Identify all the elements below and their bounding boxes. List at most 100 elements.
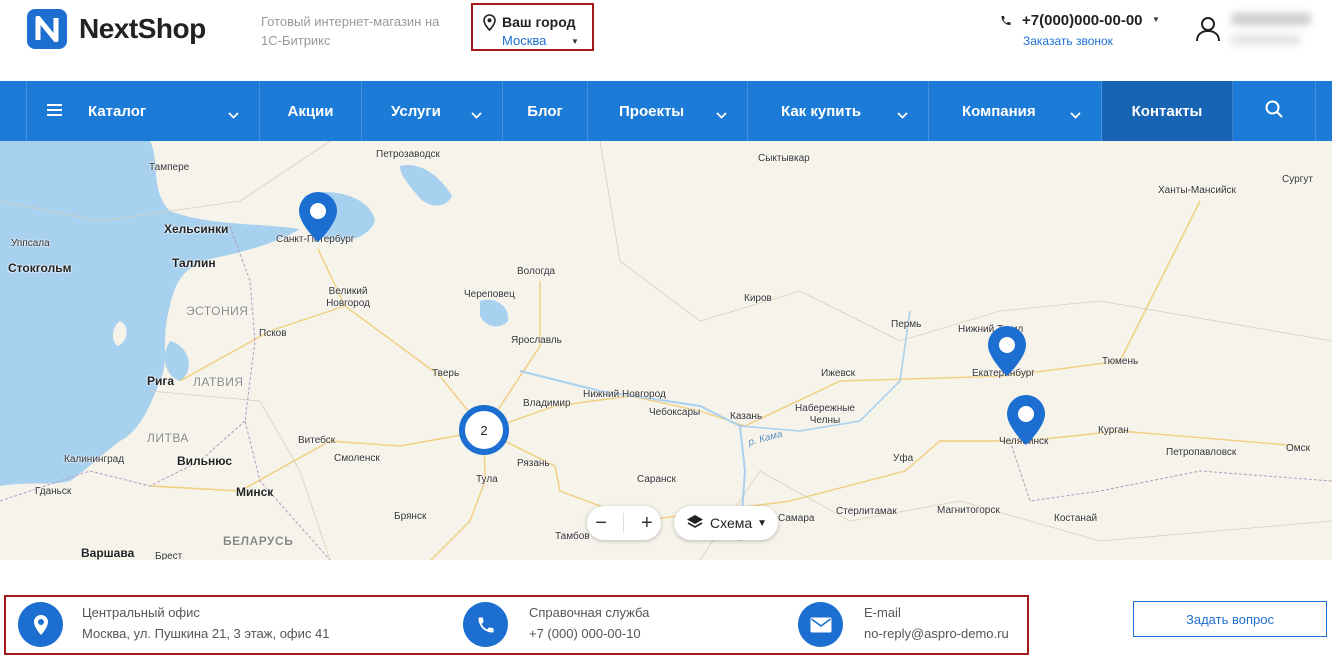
contact-help: Справочная служба +7 (000) 000-00-10 bbox=[446, 597, 786, 653]
map-cluster[interactable]: 2 bbox=[459, 405, 509, 455]
contact-value[interactable]: no-reply@aspro-demo.ru bbox=[864, 626, 1009, 641]
callback-link[interactable]: Заказать звонок bbox=[1023, 34, 1113, 48]
chevron-down-icon bbox=[471, 106, 482, 123]
map-label: Псков bbox=[259, 328, 287, 339]
nav-label: Услуги bbox=[391, 102, 441, 120]
map-label: Хельсинки bbox=[164, 222, 229, 236]
map-label: Пермь bbox=[891, 319, 922, 330]
tagline: Готовый интернет-магазин на 1С-Битрикс bbox=[261, 14, 440, 48]
nav-item-services[interactable]: Услуги bbox=[362, 81, 503, 141]
nav-spacer bbox=[0, 81, 27, 141]
layer-label: Схема bbox=[710, 515, 753, 531]
map-label: Тамбов bbox=[555, 531, 590, 542]
header: NextShop Готовый интернет-магазин на 1С-… bbox=[0, 0, 1332, 81]
menu-icon bbox=[47, 103, 62, 120]
map-background bbox=[0, 141, 1332, 560]
map-label: ЛАТВИЯ bbox=[193, 375, 244, 389]
map-label: Стерлитамак bbox=[836, 506, 897, 517]
phone-icon bbox=[1000, 14, 1012, 32]
map-label: Вологда bbox=[517, 266, 556, 277]
map-label: Курган bbox=[1098, 425, 1129, 436]
nav-label: Контакты bbox=[1131, 102, 1203, 120]
map-label: Самара bbox=[778, 513, 815, 524]
map-pin-icon[interactable] bbox=[1006, 394, 1046, 446]
location-pin-icon bbox=[483, 14, 496, 36]
search-icon bbox=[1265, 100, 1283, 122]
contact-value[interactable]: +7 (000) 000-00-10 bbox=[529, 626, 641, 641]
map-label: Череповец bbox=[464, 289, 515, 300]
map-label: Омск bbox=[1286, 443, 1311, 454]
map-label: Таллин bbox=[172, 256, 216, 270]
user-name-blurred[interactable] bbox=[1231, 13, 1311, 25]
caret-down-icon[interactable]: ▼ bbox=[571, 37, 579, 46]
caret-down-icon[interactable]: ▼ bbox=[1152, 15, 1160, 24]
nav-item-contacts[interactable]: Контакты bbox=[1102, 81, 1233, 141]
map-label: Смоленск bbox=[334, 453, 380, 464]
nav-item-catalog[interactable]: Каталог bbox=[27, 81, 260, 141]
contact-title: Справочная служба bbox=[529, 605, 650, 620]
map-label: Набережные Челны bbox=[795, 403, 855, 426]
cluster-count: 2 bbox=[480, 422, 488, 438]
zoom-out-button[interactable]: − bbox=[595, 512, 607, 535]
map-label: Гданьск bbox=[35, 486, 72, 497]
nav-item-how-to-buy[interactable]: Как купить bbox=[748, 81, 929, 141]
map-label: Владимир bbox=[523, 398, 571, 409]
logo-text: NextShop bbox=[79, 13, 206, 44]
map-label: Уппсала bbox=[11, 238, 50, 249]
divider bbox=[623, 513, 625, 533]
zoom-in-button[interactable]: + bbox=[641, 512, 653, 535]
nav-item-blog[interactable]: Блог bbox=[503, 81, 588, 141]
user-icon[interactable] bbox=[1196, 16, 1220, 47]
nav-label: Компания bbox=[962, 102, 1036, 120]
logo-mark-icon bbox=[27, 9, 67, 49]
map-label: Великий Новгород bbox=[326, 286, 370, 309]
map-label: Казань bbox=[730, 411, 763, 422]
map[interactable]: Тампере Петрозаводск Сыктывкар Сургут Ха… bbox=[0, 141, 1332, 560]
map-label: Тула bbox=[476, 474, 498, 485]
map-label: Тюмень bbox=[1102, 356, 1139, 367]
ask-question-button[interactable]: Задать вопрос bbox=[1133, 601, 1327, 637]
city-title: Ваш город bbox=[502, 14, 576, 30]
nav-item-company[interactable]: Компания bbox=[929, 81, 1102, 141]
map-label: Петропавловск bbox=[1166, 447, 1237, 458]
map-label: Брянск bbox=[394, 511, 427, 522]
map-label: Калининград bbox=[64, 454, 125, 465]
map-label: Ярославль bbox=[511, 335, 562, 346]
caret-down-icon: ▼ bbox=[757, 517, 768, 529]
map-label: ЛИТВА bbox=[147, 431, 189, 445]
nav-label: Как купить bbox=[781, 102, 862, 120]
nav-item-projects[interactable]: Проекты bbox=[588, 81, 748, 141]
map-label: Брест bbox=[155, 551, 183, 560]
phone-icon bbox=[463, 602, 508, 647]
map-label: Киров bbox=[744, 293, 772, 304]
contact-value: Москва, ул. Пушкина 21, 3 этаж, офис 41 bbox=[82, 626, 330, 641]
chevron-down-icon bbox=[1070, 106, 1081, 123]
nav-label: Акции bbox=[287, 102, 334, 120]
map-label: БЕЛАРУСЬ bbox=[223, 534, 294, 548]
contact-title: Центральный офис bbox=[82, 605, 200, 620]
nav-label: Проекты bbox=[619, 102, 685, 120]
map-label: Витебск bbox=[298, 435, 336, 446]
map-label: Ижевск bbox=[821, 368, 856, 379]
layer-selector[interactable]: Схема ▼ bbox=[674, 506, 778, 540]
map-label: Рязань bbox=[517, 458, 550, 469]
map-label: Ханты-Мансийск bbox=[1158, 185, 1236, 196]
map-label: Тампере bbox=[149, 162, 190, 173]
logo[interactable]: NextShop bbox=[27, 9, 206, 49]
city-selector[interactable]: Ваш город Москва ▼ bbox=[471, 3, 594, 51]
map-label: Рига bbox=[147, 374, 175, 388]
map-pin-icon[interactable] bbox=[987, 325, 1027, 377]
phone-number[interactable]: +7(000)000-00-00 bbox=[1022, 12, 1143, 29]
map-label: Минск bbox=[236, 485, 274, 499]
layers-icon bbox=[686, 514, 704, 533]
nav-label: Блог bbox=[527, 102, 563, 120]
map-label: Саранск bbox=[637, 474, 676, 485]
chevron-down-icon bbox=[897, 106, 908, 123]
search-button[interactable] bbox=[1233, 81, 1316, 141]
map-label: Нижний Новгород bbox=[583, 389, 666, 400]
map-pin-icon[interactable] bbox=[298, 191, 338, 243]
map-label: Магнитогорск bbox=[937, 505, 1000, 516]
map-label: Петрозаводск bbox=[376, 149, 440, 160]
nav-item-promo[interactable]: Акции bbox=[260, 81, 362, 141]
city-value[interactable]: Москва bbox=[502, 33, 546, 48]
